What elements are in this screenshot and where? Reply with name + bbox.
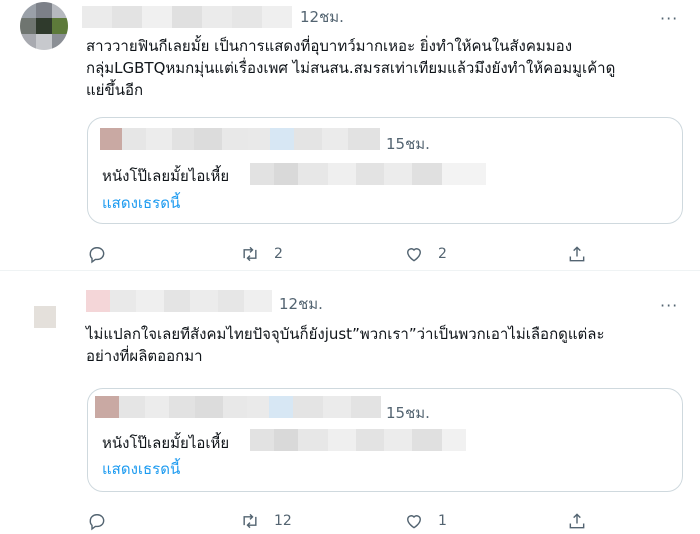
tweet-actions: 12 1 xyxy=(87,509,607,533)
quote-text-redacted xyxy=(250,429,466,451)
show-thread-link[interactable]: แสดงเธรดนี้ xyxy=(102,191,180,215)
tweet-actions: 2 2 xyxy=(87,242,607,266)
tweet-timestamp[interactable]: 12ชม. xyxy=(279,294,323,314)
more-icon[interactable]: ··· xyxy=(660,11,678,27)
retweet-icon xyxy=(243,246,257,262)
quote-timestamp[interactable]: 15ชม. xyxy=(386,401,430,425)
reply-icon xyxy=(89,247,105,264)
share-button[interactable] xyxy=(567,242,601,266)
like-count: 1 xyxy=(438,513,447,529)
tweet-timestamp[interactable]: 12ชม. xyxy=(300,7,344,27)
author-name-redacted[interactable] xyxy=(82,6,292,28)
like-button[interactable]: 2 xyxy=(404,242,447,266)
reply-button[interactable] xyxy=(87,242,121,266)
tweet-text: สาววายฟินกีเลยมั้ย เป็นการแสดงที่อุบาทว์… xyxy=(86,37,616,99)
retweet-icon xyxy=(243,513,257,529)
like-count: 2 xyxy=(438,246,447,262)
tweet-text: ไม่แปลกใจเลยทีสังคมไทยปัจจุบันก็ยังjust”… xyxy=(86,325,605,365)
share-button[interactable] xyxy=(567,509,601,533)
quote-timestamp[interactable]: 15ชม. xyxy=(386,132,430,156)
quote-text: หนังโป๊เลยมั้ยไอเหี้ย xyxy=(102,434,230,452)
retweet-button[interactable]: 2 xyxy=(240,242,283,266)
avatar[interactable] xyxy=(20,290,68,338)
more-icon[interactable]: ··· xyxy=(660,298,678,314)
like-icon xyxy=(407,248,421,262)
author-name-redacted[interactable] xyxy=(86,290,272,312)
tweet[interactable]: 12ชม. ··· สาววายฟินกีเลยมั้ย เป็นการแสดง… xyxy=(0,0,700,270)
reply-icon xyxy=(89,514,105,531)
quote-author-redacted[interactable] xyxy=(100,128,380,150)
quote-text: หนังโป๊เลยมั้ยไอเหี้ย xyxy=(102,167,230,185)
quote-tweet[interactable]: 15ชม. หนังโป๊เลยมั้ยไอเหี้ย แสดงเธรดนี้ xyxy=(87,388,683,492)
show-thread-link[interactable]: แสดงเธรดนี้ xyxy=(102,457,180,481)
quote-text-redacted xyxy=(250,163,486,185)
retweet-button[interactable]: 12 xyxy=(240,509,292,533)
like-button[interactable]: 1 xyxy=(404,509,447,533)
quote-tweet[interactable]: 15ชม. หนังโป๊เลยมั้ยไอเหี้ย แสดงเธรดนี้ xyxy=(87,117,683,224)
retweet-count: 2 xyxy=(274,246,283,262)
share-icon xyxy=(569,246,585,262)
share-icon xyxy=(569,513,585,529)
like-icon xyxy=(407,515,421,529)
tweet[interactable]: 12ชม. ··· ไม่แปลกใจเลยทีสังคมไทยปัจจุบัน… xyxy=(0,271,700,534)
quote-author-redacted[interactable] xyxy=(95,396,381,418)
avatar[interactable] xyxy=(20,2,68,50)
reply-button[interactable] xyxy=(87,509,121,533)
retweet-count: 12 xyxy=(274,513,292,529)
